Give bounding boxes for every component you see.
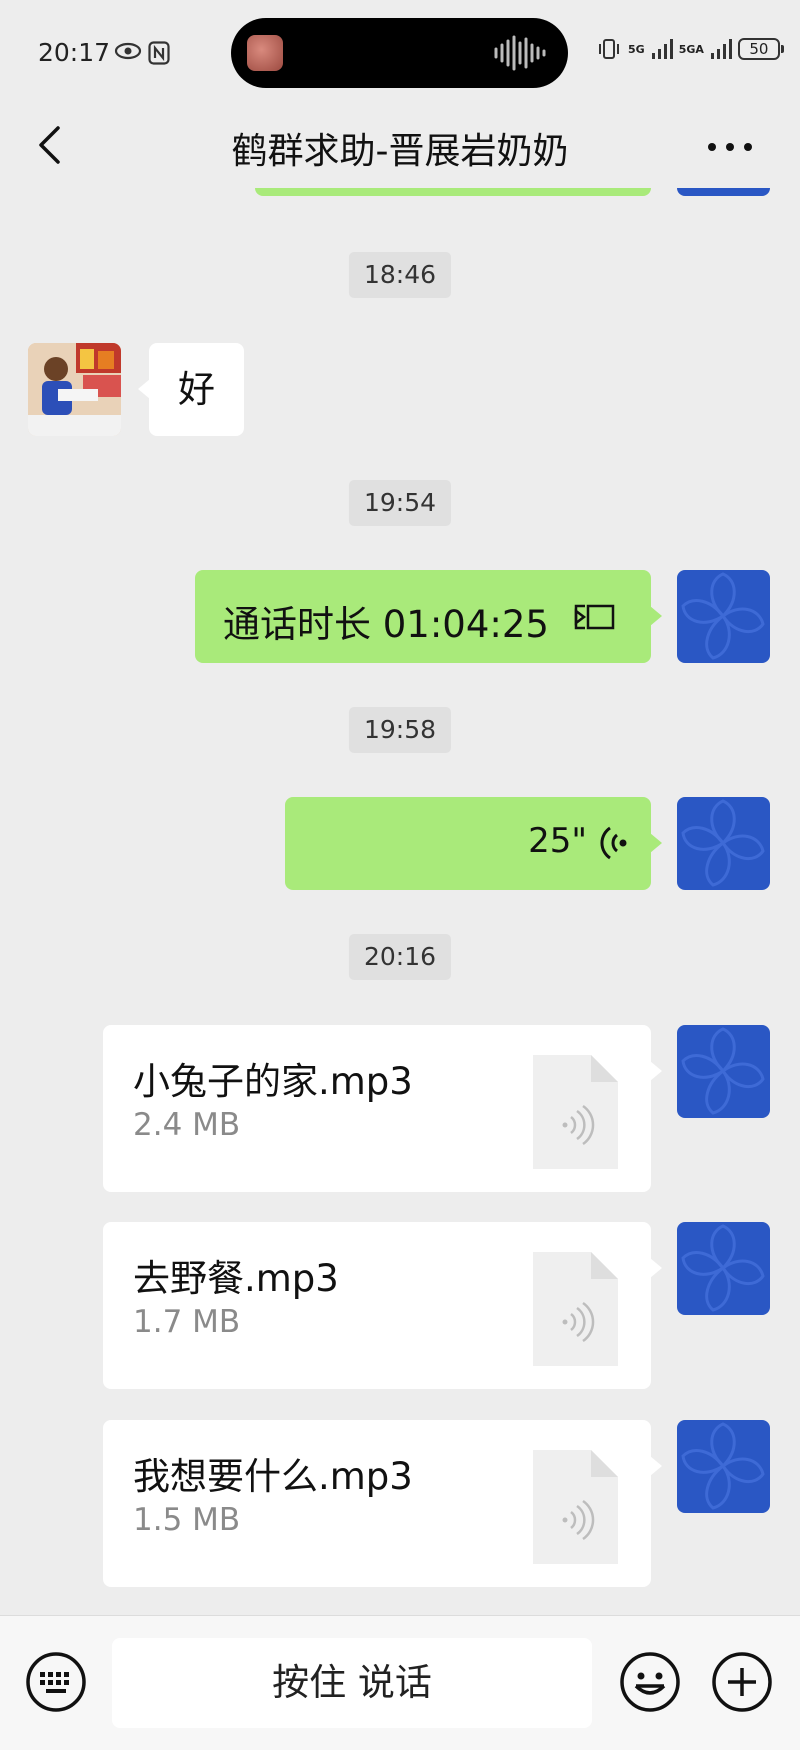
audio-file-icon [533, 1055, 618, 1169]
avatar-contact[interactable] [28, 343, 121, 436]
avatar-self[interactable] [677, 188, 770, 196]
avatar-self[interactable] [677, 1025, 770, 1118]
timestamp: 20:16 [348, 934, 452, 980]
dynamic-island[interactable] [231, 18, 568, 88]
chat-messages[interactable]: 18:46 好 19:54 通话时长 01:04:25 19:58 25" 20… [0, 188, 800, 1615]
file-size: 1.5 MB [133, 1502, 241, 1538]
file-name: 我想要什么.mp3 [133, 1455, 413, 1498]
previous-bubble[interactable] [255, 188, 651, 196]
signal-icon [710, 39, 732, 59]
file-message-bubble[interactable]: 去野餐.mp3 1.7 MB [103, 1222, 662, 1389]
status-bar: 20:17 5G 5GA 50 [0, 0, 800, 104]
status-right-cluster: 5G 5GA 50 [596, 38, 784, 60]
flower-logo-icon [681, 1027, 765, 1115]
video-call-icon [574, 604, 615, 630]
flower-logo-icon [681, 572, 765, 660]
audio-file-icon [533, 1450, 618, 1564]
avatar-self[interactable] [677, 1222, 770, 1315]
network-type-1: 5G [628, 42, 645, 56]
flower-logo-icon [681, 799, 765, 887]
voice-message-bubble[interactable]: 25" [285, 797, 662, 890]
file-size: 1.7 MB [133, 1304, 241, 1340]
chat-title: 鹤群求助-晋展岩奶奶 [231, 131, 569, 172]
contact-photo [28, 343, 121, 436]
nfc-icon [148, 41, 170, 65]
file-name: 去野餐.mp3 [133, 1257, 339, 1300]
voice-duration: 25" [528, 821, 587, 861]
island-thumbnail [247, 35, 283, 71]
chat-header: 鹤群求助-晋展岩奶奶 [0, 104, 800, 188]
audio-wave-icon [494, 35, 546, 71]
voice-wave-icon [600, 826, 627, 860]
avatar-self[interactable] [677, 797, 770, 890]
back-icon[interactable] [30, 120, 70, 170]
hold-to-talk-button[interactable]: 按住 说话 [112, 1638, 592, 1728]
vibrate-icon [599, 39, 619, 59]
emoji-icon[interactable] [618, 1650, 682, 1714]
input-bar: 按住 说话 [0, 1615, 800, 1750]
message-bubble[interactable]: 好 [138, 343, 244, 436]
signal-icon [651, 39, 673, 59]
eye-icon [114, 42, 142, 60]
network-type-2: 5GA [678, 42, 704, 56]
file-message-bubble[interactable]: 我想要什么.mp3 1.5 MB [103, 1420, 662, 1587]
timestamp: 18:46 [348, 252, 452, 298]
audio-file-icon [533, 1252, 618, 1366]
avatar-self[interactable] [677, 570, 770, 663]
message-text: 好 [178, 368, 215, 411]
call-record-bubble[interactable]: 通话时长 01:04:25 [195, 570, 662, 663]
file-size: 2.4 MB [133, 1107, 241, 1143]
file-message-bubble[interactable]: 小兔子的家.mp3 2.4 MB [103, 1025, 662, 1192]
plus-icon[interactable] [710, 1650, 774, 1714]
file-name: 小兔子的家.mp3 [133, 1060, 413, 1103]
avatar-self[interactable] [677, 1420, 770, 1513]
more-icon[interactable] [700, 132, 760, 162]
timestamp: 19:58 [348, 707, 452, 753]
keyboard-icon[interactable] [24, 1650, 88, 1714]
flower-logo-icon [681, 1224, 765, 1312]
flower-logo-icon [681, 1422, 765, 1510]
timestamp: 19:54 [348, 480, 452, 526]
call-duration-text: 通话时长 01:04:25 [223, 603, 549, 646]
status-time: 20:17 [38, 38, 111, 67]
battery-icon: 50 [737, 38, 784, 60]
